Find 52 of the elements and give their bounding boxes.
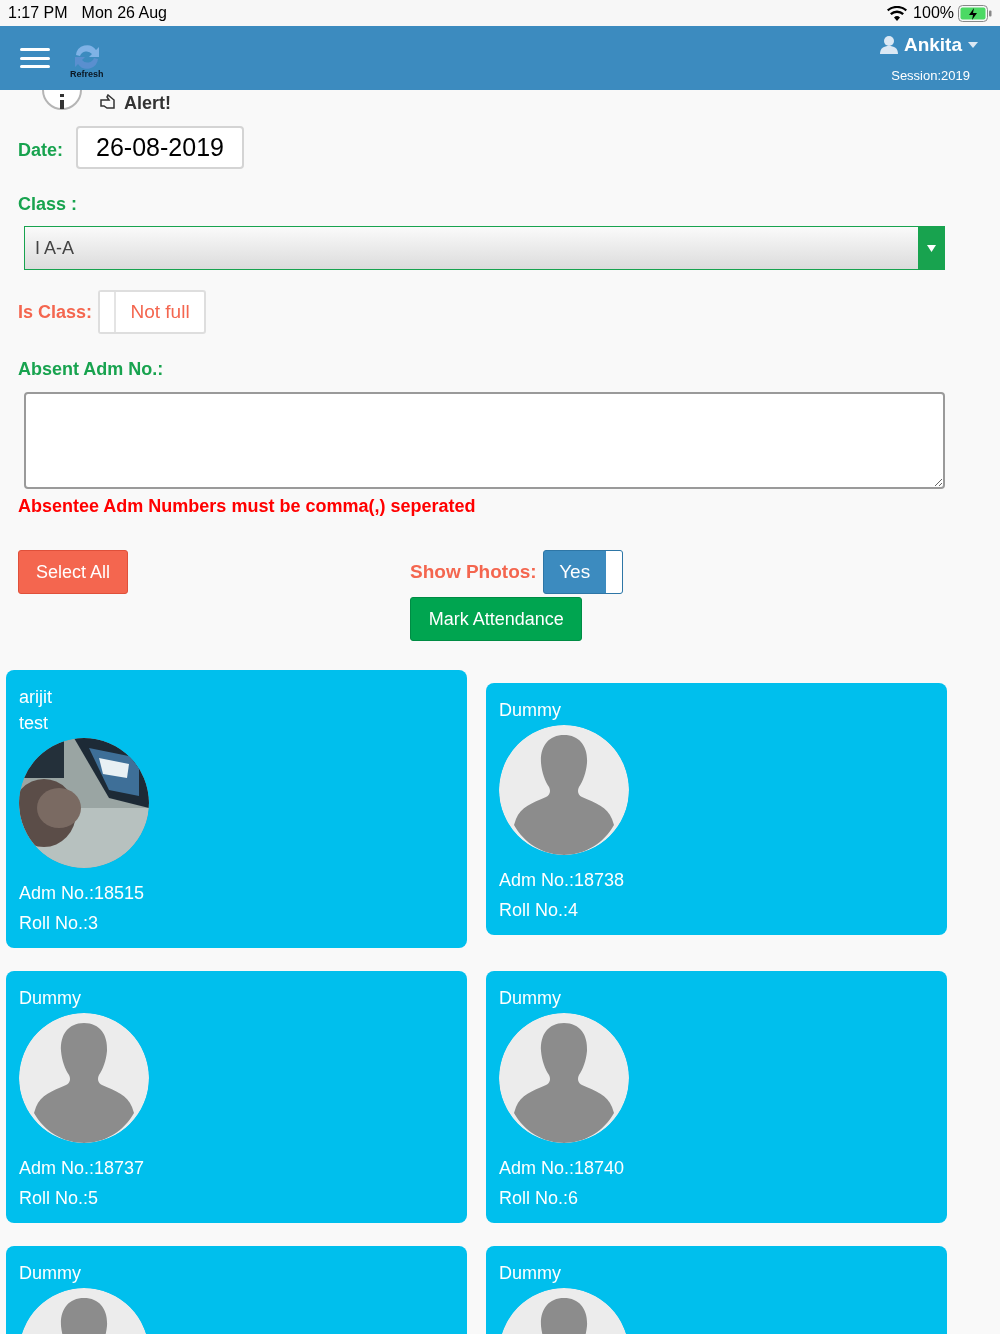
student-card[interactable]: Dummy Adm No.:18738 Roll No.:4: [486, 683, 947, 935]
adm-number: Adm No.:18515: [19, 882, 146, 905]
user-menu[interactable]: Ankita: [879, 31, 978, 60]
roll-number: Roll No.:3: [19, 912, 100, 935]
student-card[interactable]: arijit test Adm No.:18515 Roll No.:3: [6, 670, 467, 948]
date-field[interactable]: 26-08-2019: [76, 126, 244, 169]
toggle-switch[interactable]: Yes: [542, 550, 623, 594]
wifi-icon: [887, 5, 908, 21]
student-card[interactable]: Dummy Adm No.:18740 Roll No.:6: [486, 971, 947, 1223]
absent-numbers-field[interactable]: [24, 392, 945, 489]
menu-icon[interactable]: [20, 48, 50, 68]
user-icon: [879, 36, 898, 55]
student-card[interactable]: Dummy: [6, 1246, 467, 1334]
hint-text: Absentee Adm Numbers must be comma(,) seperated: [18, 495, 477, 518]
select-all-button[interactable]: Select All: [18, 550, 128, 594]
refresh-button[interactable]: Refresh: [70, 37, 104, 79]
class-label: Class :: [18, 193, 79, 216]
student-name: Dummy: [19, 987, 82, 1010]
student-name: Dummy: [499, 987, 562, 1010]
alert-link[interactable]: Alert!: [124, 90, 171, 117]
status-time: 1:17 PM: [8, 3, 68, 23]
battery-percent: 100%: [913, 3, 954, 23]
avatar-silhouette-icon: [499, 1013, 629, 1143]
caret-icon: [968, 42, 978, 49]
toggle-switch[interactable]: Not full: [98, 290, 207, 334]
toggle-label: Yes: [558, 559, 592, 584]
roll-number: Roll No.:4: [499, 899, 580, 922]
adm-number: Adm No.:18737: [19, 1157, 146, 1180]
student-card[interactable]: Dummy Adm No.:18737 Roll No.:5: [6, 971, 467, 1223]
student-name: arijit: [19, 686, 53, 709]
class-dropdown[interactable]: I A-A: [24, 226, 945, 270]
student-name: Dummy: [499, 699, 562, 722]
student-name: Dummy: [19, 1262, 82, 1285]
mark-attendance-button[interactable]: Mark Attendance: [410, 597, 583, 641]
toggle-label: Not full: [129, 299, 191, 324]
adm-number: Adm No.:18738: [499, 869, 626, 892]
absent-label: Absent Adm No.:: [18, 358, 165, 381]
student-card[interactable]: Dummy: [486, 1246, 947, 1334]
dropdown-arrow-icon: [926, 244, 936, 252]
is-class-label: Is Class:: [18, 300, 93, 324]
roll-number: Roll No.:5: [19, 1187, 100, 1210]
student-name: Dummy: [499, 1262, 562, 1285]
avatar-silhouette-icon: [499, 725, 629, 855]
avatar-silhouette-icon: [19, 1013, 149, 1143]
date-label: Date:: [18, 139, 63, 162]
session-text: Session:2019: [891, 66, 970, 85]
battery-icon: [958, 4, 992, 22]
status-date: Mon 26 Aug: [81, 3, 167, 23]
student-name: test: [19, 712, 49, 735]
adm-number: Adm No.:18740: [499, 1157, 626, 1180]
roll-number: Roll No.:6: [499, 1187, 580, 1210]
show-photos-label: Show Photos:: [410, 559, 537, 584]
